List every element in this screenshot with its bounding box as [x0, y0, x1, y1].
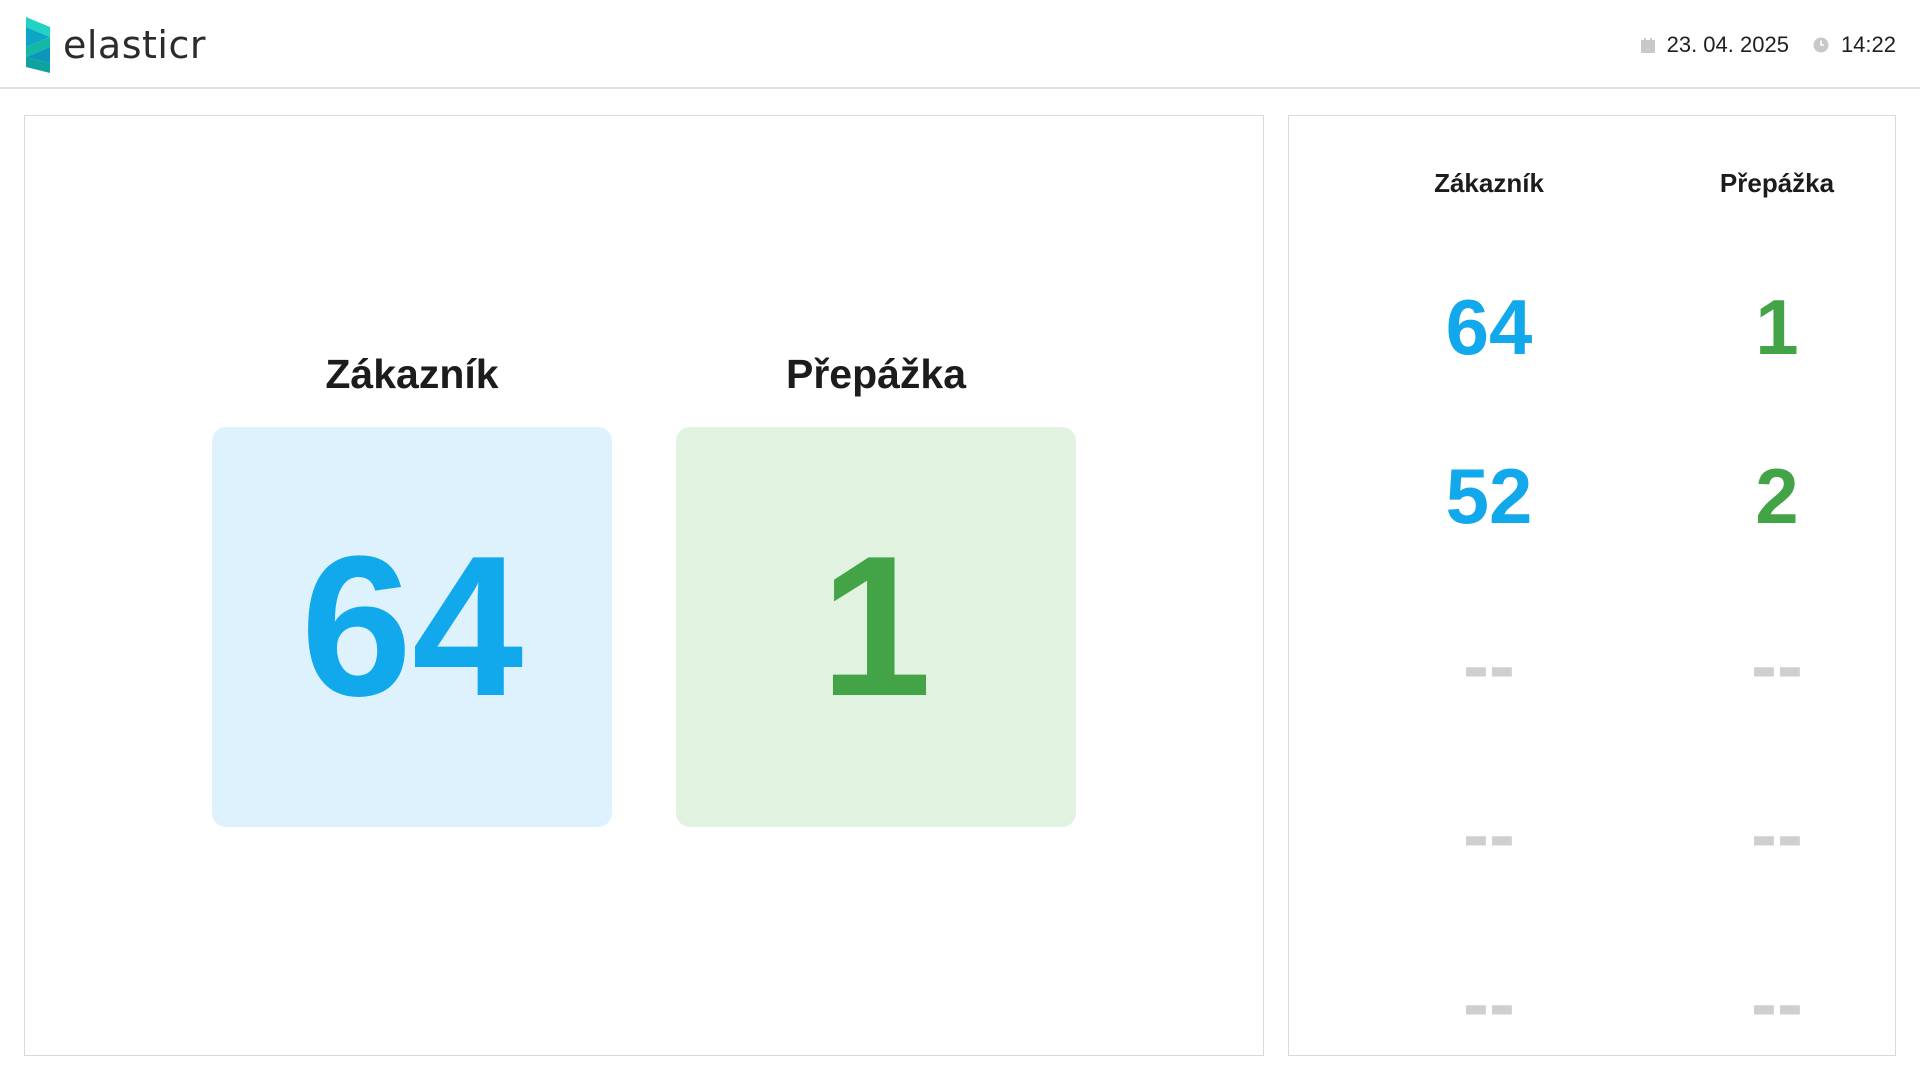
customer-number: 64 [300, 515, 524, 738]
history-counter-number: 1 [1755, 283, 1799, 371]
history-customer-number: -- [1463, 621, 1515, 709]
history-counter-number: 2 [1755, 452, 1799, 540]
current-date: 23. 04. 2025 [1666, 32, 1789, 57]
calendar-icon [1640, 37, 1655, 53]
history-row: -- -- [1289, 953, 1895, 1053]
history-customer-number: 52 [1445, 452, 1533, 540]
current-time: 14:22 [1840, 32, 1896, 57]
history-customer-header: Zákazník [1434, 168, 1544, 198]
brand-logo: elasticr [24, 17, 206, 73]
history-row: -- -- [1289, 615, 1895, 715]
history-customer-number: 64 [1445, 283, 1533, 371]
history-row: 52 2 [1289, 446, 1895, 546]
date-time: 23. 04. 2025 14:22 [1640, 32, 1896, 58]
history-counter-number: -- [1751, 621, 1803, 709]
current-call-panel: Zákazník 64 Přepážka 1 [24, 115, 1264, 1056]
clock-icon [1813, 37, 1829, 53]
history-counter-header: Přepážka [1719, 168, 1835, 198]
counter-number: 1 [820, 515, 932, 738]
elasticr-logo-icon [26, 17, 50, 73]
history-counter-number: -- [1751, 790, 1803, 878]
history-panel: Zákazník Přepážka 64 1 52 2 -- -- -- -- … [1288, 115, 1896, 1056]
counter-label: Přepážka [785, 351, 967, 397]
counter-number-box: 1 [676, 427, 1076, 827]
top-bar: elasticr 23. 04. 2025 14:22 [0, 0, 1920, 89]
history-row: 64 1 [1289, 277, 1895, 377]
brand-name: elasticr [63, 23, 206, 67]
history-customer-number: -- [1463, 959, 1515, 1047]
customer-number-box: 64 [212, 427, 612, 827]
history-customer-number: -- [1463, 790, 1515, 878]
history-counter-number: -- [1751, 959, 1803, 1047]
history-row: -- -- [1289, 784, 1895, 884]
customer-label: Zákazník [325, 351, 499, 397]
